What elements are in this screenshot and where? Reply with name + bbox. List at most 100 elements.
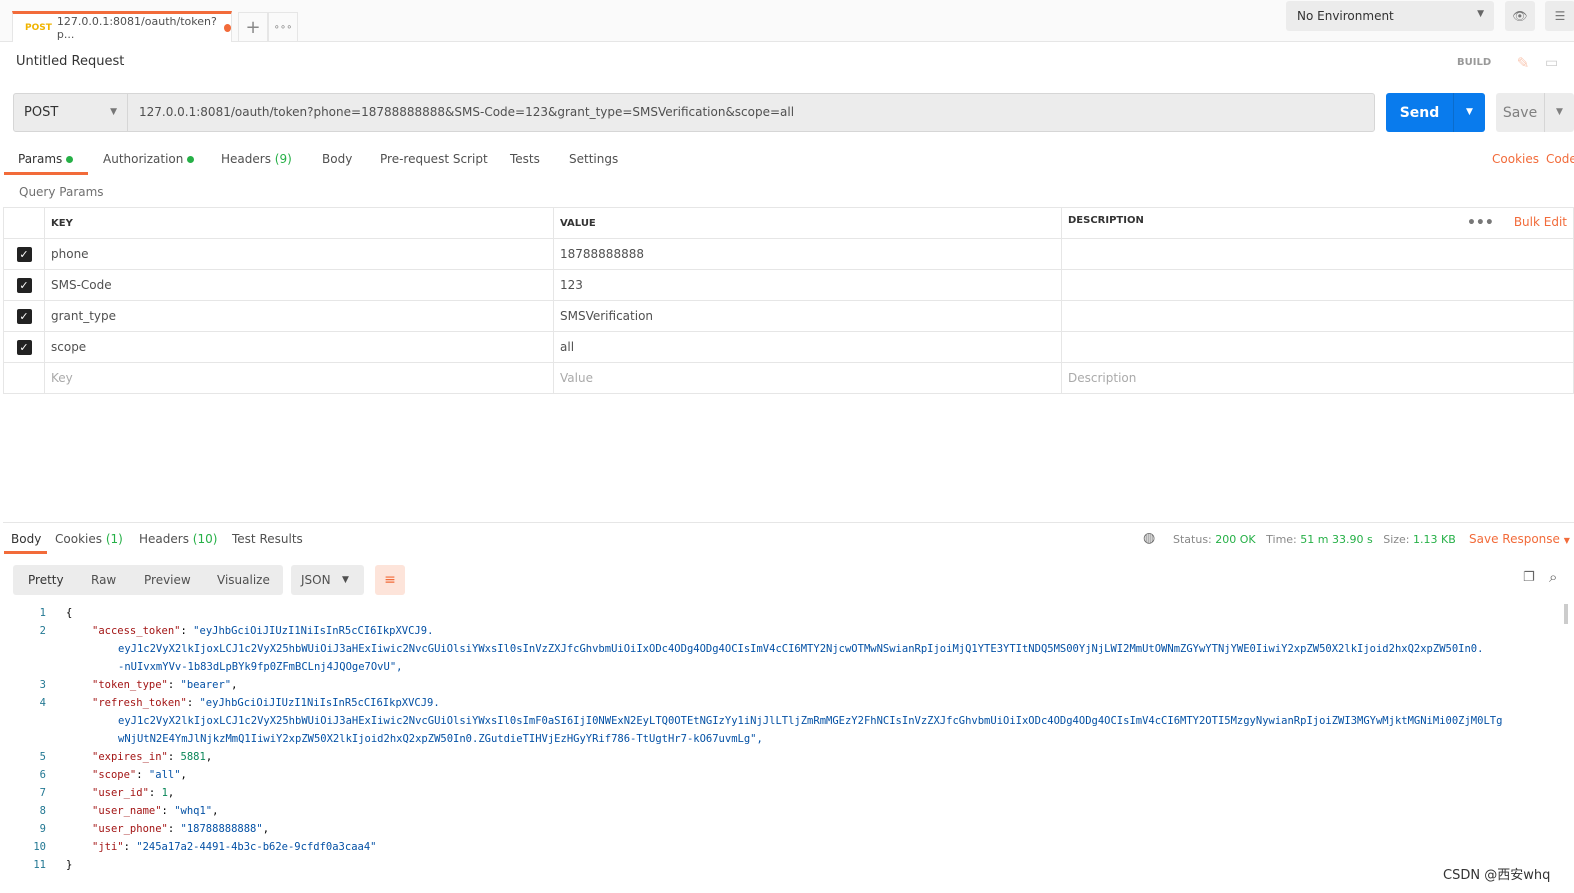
chevron-down-icon[interactable]: ▼: [1544, 93, 1574, 132]
view-visualize[interactable]: Visualize: [217, 573, 270, 587]
code-token: ,: [167, 787, 175, 799]
unsaved-dot-icon: [223, 24, 231, 32]
tab-settings[interactable]: Settings: [569, 152, 618, 166]
tab-response-headers[interactable]: Headers (10): [139, 532, 217, 546]
code-token: ,: [212, 805, 219, 817]
watermark: CSDN @西安whq: [1443, 868, 1551, 883]
key-placeholder[interactable]: Key: [44, 362, 554, 394]
param-key[interactable]: scope: [44, 331, 554, 363]
param-value[interactable]: SMSVerification: [553, 300, 1062, 332]
send-button[interactable]: Send ▼: [1386, 93, 1485, 132]
method-select[interactable]: POST ▼: [13, 93, 128, 132]
code-token: :: [161, 805, 175, 817]
code-token: {: [66, 607, 73, 619]
chevron-down-icon: ▼: [1477, 9, 1484, 19]
value-header: VALUE: [553, 207, 1062, 239]
send-label: Send: [1399, 104, 1440, 121]
code-token: "eyJhbGciOiJIUzI1NiIsInR5cCI6IkpXVCJ9.: [193, 625, 434, 637]
tab-pre-request-script[interactable]: Pre-request Script: [380, 152, 488, 166]
more-options-icon[interactable]: •••: [1467, 215, 1494, 231]
new-tab-button[interactable]: +: [238, 12, 268, 42]
description-placeholder[interactable]: Description: [1061, 362, 1574, 394]
view-pretty[interactable]: Pretty: [28, 573, 64, 587]
code-line-continuation: eyJ1c2VyX2lkIjoxLCJ1c2VyX25hbWUiOiJ3aHEx…: [118, 643, 1484, 655]
code-line: "user_id": 1,: [92, 784, 174, 802]
settings-sliders-icon[interactable]: ☰: [1545, 1, 1574, 31]
view-raw[interactable]: Raw: [91, 573, 116, 587]
code-token: 5881: [180, 751, 206, 763]
wrap-lines-icon[interactable]: ≡: [375, 565, 405, 595]
param-key[interactable]: phone: [44, 238, 554, 270]
tab-response-cookies[interactable]: Cookies (1): [55, 532, 123, 546]
code-token: :: [186, 697, 200, 709]
globe-icon[interactable]: ◍: [1143, 530, 1155, 546]
bulk-edit-link[interactable]: Bulk Edit: [1514, 215, 1567, 229]
divider: [3, 522, 1574, 523]
build-label: BUILD: [1457, 57, 1492, 68]
checkbox-checked-icon[interactable]: ✓: [16, 277, 32, 293]
code-token: ,: [262, 823, 270, 835]
tab-authorization[interactable]: Authorization: [103, 152, 195, 166]
view-preview[interactable]: Preview: [144, 573, 191, 587]
tab-title: 127.0.0.1:8081/oauth/token?p...: [56, 15, 217, 41]
code-token: :: [167, 823, 181, 835]
save-button[interactable]: Save ▼: [1496, 93, 1574, 132]
param-row: ✓ phone 18788888888: [3, 238, 1574, 270]
request-tab[interactable]: POST 127.0.0.1:8081/oauth/token?p...: [12, 11, 232, 42]
tab-test-results[interactable]: Test Results: [232, 532, 303, 546]
tab-response-body[interactable]: Body: [11, 532, 41, 546]
param-value[interactable]: all: [553, 331, 1062, 363]
param-row: ✓ grant_type SMSVerification: [3, 300, 1574, 332]
code-token: "bearer": [180, 679, 232, 691]
chevron-down-icon: ▼: [342, 575, 349, 585]
code-token: "245a17a2-4491-4b3c-b62e-9cfdf0a3caa4": [136, 841, 377, 853]
code-token: "whq1": [174, 805, 213, 817]
code-token: "scope": [92, 769, 137, 781]
code-token: "user_name": [92, 805, 162, 817]
param-description[interactable]: [1061, 269, 1574, 301]
param-description[interactable]: [1061, 300, 1574, 332]
cookies-link[interactable]: Cookies: [1492, 152, 1539, 166]
param-value[interactable]: 18788888888: [553, 238, 1062, 270]
environment-select[interactable]: No Environment ▼: [1286, 1, 1494, 31]
code-line-continuation: wNjUtN2E4YmJlNjkzMmQ1IiwiY2xpZW50X2lkIjo…: [118, 733, 763, 745]
param-key[interactable]: grant_type: [44, 300, 554, 332]
scrollbar[interactable]: [1564, 604, 1568, 624]
save-response-button[interactable]: Save Response ▼: [1469, 532, 1570, 546]
tab-tests[interactable]: Tests: [510, 152, 540, 166]
format-select[interactable]: JSON ▼: [291, 565, 364, 595]
code-line: "expires_in": 5881,: [92, 748, 212, 766]
code-token: "eyJhbGciOiJIUzI1NiIsInR5cCI6IkpXVCJ9.: [199, 697, 440, 709]
copy-icon[interactable]: ❐: [1523, 570, 1535, 585]
key-header: KEY: [44, 207, 554, 239]
tab-params[interactable]: Params: [18, 152, 74, 166]
code-token: :: [167, 679, 181, 691]
chevron-down-icon[interactable]: ▼: [1453, 93, 1485, 132]
code-token: "user_phone": [92, 823, 168, 835]
param-description[interactable]: [1061, 331, 1574, 363]
param-key[interactable]: SMS-Code: [44, 269, 554, 301]
line-number: 8: [39, 805, 46, 817]
value-placeholder[interactable]: Value: [553, 362, 1062, 394]
checkbox-checked-icon[interactable]: ✓: [16, 308, 32, 324]
tab-headers[interactable]: Headers (9): [221, 152, 292, 166]
eye-icon[interactable]: 👁: [1505, 1, 1535, 31]
tab-options-icon[interactable]: ∘∘∘: [268, 12, 298, 42]
line-number: 11: [33, 859, 46, 871]
param-description[interactable]: [1061, 238, 1574, 270]
checkbox-checked-icon[interactable]: ✓: [16, 339, 32, 355]
format-label: JSON: [301, 573, 331, 587]
line-number: 2: [39, 625, 46, 637]
checkbox-checked-icon[interactable]: ✓: [16, 246, 32, 262]
code-token: :: [123, 841, 137, 853]
tab-body[interactable]: Body: [322, 152, 352, 166]
url-input[interactable]: 127.0.0.1:8081/oauth/token?phone=1878888…: [127, 93, 1375, 132]
code-line: "user_name": "whq1",: [92, 802, 218, 820]
pencil-icon[interactable]: ✎: [1508, 48, 1538, 78]
comment-icon[interactable]: ▭: [1545, 48, 1574, 78]
code-token: "jti": [92, 841, 124, 853]
param-value[interactable]: 123: [553, 269, 1062, 301]
code-line: "refresh_token": "eyJhbGciOiJIUzI1NiIsIn…: [92, 694, 440, 712]
search-icon[interactable]: ⌕: [1549, 568, 1557, 586]
code-link[interactable]: Code: [1546, 152, 1574, 166]
